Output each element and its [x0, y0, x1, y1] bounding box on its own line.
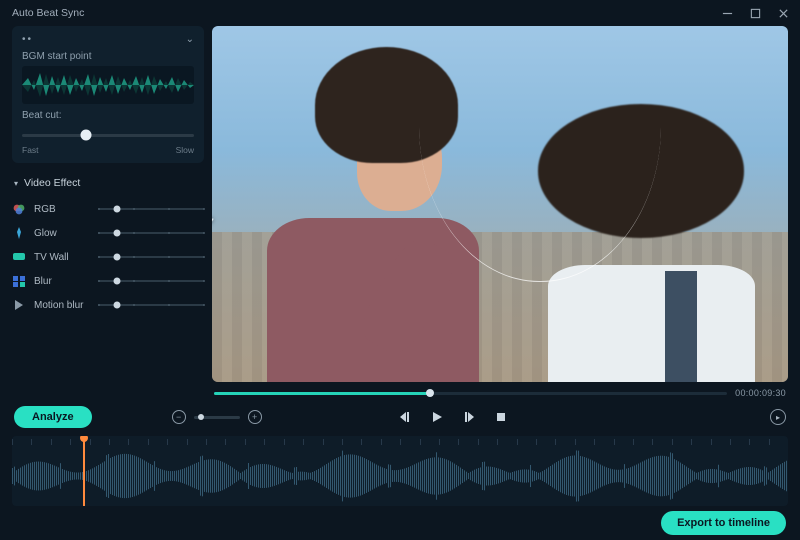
- minimize-button[interactable]: [718, 4, 736, 22]
- window-controls: [718, 4, 792, 22]
- timeline-playhead[interactable]: [83, 436, 85, 506]
- effects-list: RGB Glow TV Wall Blur Motion blur: [12, 197, 204, 317]
- effect-name: TV Wall: [34, 252, 90, 263]
- video-effect-header[interactable]: ▾ Video Effect: [14, 177, 204, 189]
- beatcut-min-label: Fast: [22, 145, 39, 155]
- maximize-button[interactable]: [746, 4, 764, 22]
- titlebar: Auto Beat Sync: [0, 0, 800, 26]
- zoom-out-button[interactable]: −: [172, 410, 186, 424]
- blur-icon: [12, 274, 26, 288]
- playback-speed-button[interactable]: ▸: [770, 409, 786, 425]
- export-button[interactable]: Export to timeline: [661, 511, 786, 535]
- motion-icon: [12, 298, 26, 312]
- timeline[interactable]: [12, 436, 788, 506]
- chevron-down-icon[interactable]: ⌄: [186, 34, 194, 45]
- bgm-waveform[interactable]: [22, 66, 194, 104]
- effect-row: TV Wall: [12, 245, 204, 269]
- effect-slider[interactable]: [98, 275, 204, 287]
- close-button[interactable]: [774, 4, 792, 22]
- window-title: Auto Beat Sync: [12, 7, 84, 19]
- timeline-ruler: [12, 436, 788, 448]
- effect-row: Motion blur: [12, 293, 204, 317]
- zoom-control: − +: [172, 410, 262, 424]
- tvwall-icon: [12, 250, 26, 264]
- effect-name: Blur: [34, 276, 90, 287]
- next-frame-button[interactable]: [462, 410, 476, 424]
- scrub-track[interactable]: [214, 392, 727, 395]
- bgm-start-label: BGM start point: [22, 51, 194, 62]
- prev-frame-button[interactable]: [398, 410, 412, 424]
- effect-slider[interactable]: [98, 251, 204, 263]
- preview-pane: 00:00:09:30: [212, 26, 788, 400]
- disclosure-triangle-icon: ▾: [14, 179, 18, 188]
- sidebar: •• ⌄ BGM start point Beat cut: Fast Slow: [12, 26, 204, 400]
- effect-name: RGB: [34, 204, 90, 215]
- effect-row: Blur: [12, 269, 204, 293]
- more-icon[interactable]: ••: [22, 34, 33, 45]
- effect-slider[interactable]: [98, 299, 204, 311]
- mouse-cursor-icon: [212, 215, 215, 225]
- beatcut-label: Beat cut:: [22, 110, 194, 121]
- effect-name: Glow: [34, 228, 90, 239]
- timecode: 00:00:09:30: [735, 388, 786, 398]
- glow-icon: [12, 226, 26, 240]
- beatcut-slider[interactable]: [22, 127, 194, 143]
- effect-row: Glow: [12, 221, 204, 245]
- effect-slider[interactable]: [98, 203, 204, 215]
- stop-button[interactable]: [494, 410, 508, 424]
- zoom-in-button[interactable]: +: [248, 410, 262, 424]
- effect-slider[interactable]: [98, 227, 204, 239]
- control-bar: Analyze − + ▸: [0, 402, 800, 432]
- main-area: •• ⌄ BGM start point Beat cut: Fast Slow: [0, 26, 800, 400]
- effect-name: Motion blur: [34, 300, 90, 311]
- effect-row: RGB: [12, 197, 204, 221]
- footer: Export to timeline: [0, 506, 800, 540]
- scrub-bar: 00:00:09:30: [212, 386, 788, 400]
- analyze-button[interactable]: Analyze: [14, 406, 92, 428]
- timeline-waveform: [12, 450, 788, 502]
- sidebar-top-row: •• ⌄: [22, 34, 194, 45]
- beatcut-max-label: Slow: [176, 145, 194, 155]
- section-title: Video Effect: [24, 177, 80, 189]
- playback-controls: [398, 410, 508, 424]
- play-button[interactable]: [430, 410, 444, 424]
- video-preview[interactable]: [212, 26, 788, 382]
- rgb-icon: [12, 202, 26, 216]
- zoom-slider[interactable]: [194, 416, 240, 419]
